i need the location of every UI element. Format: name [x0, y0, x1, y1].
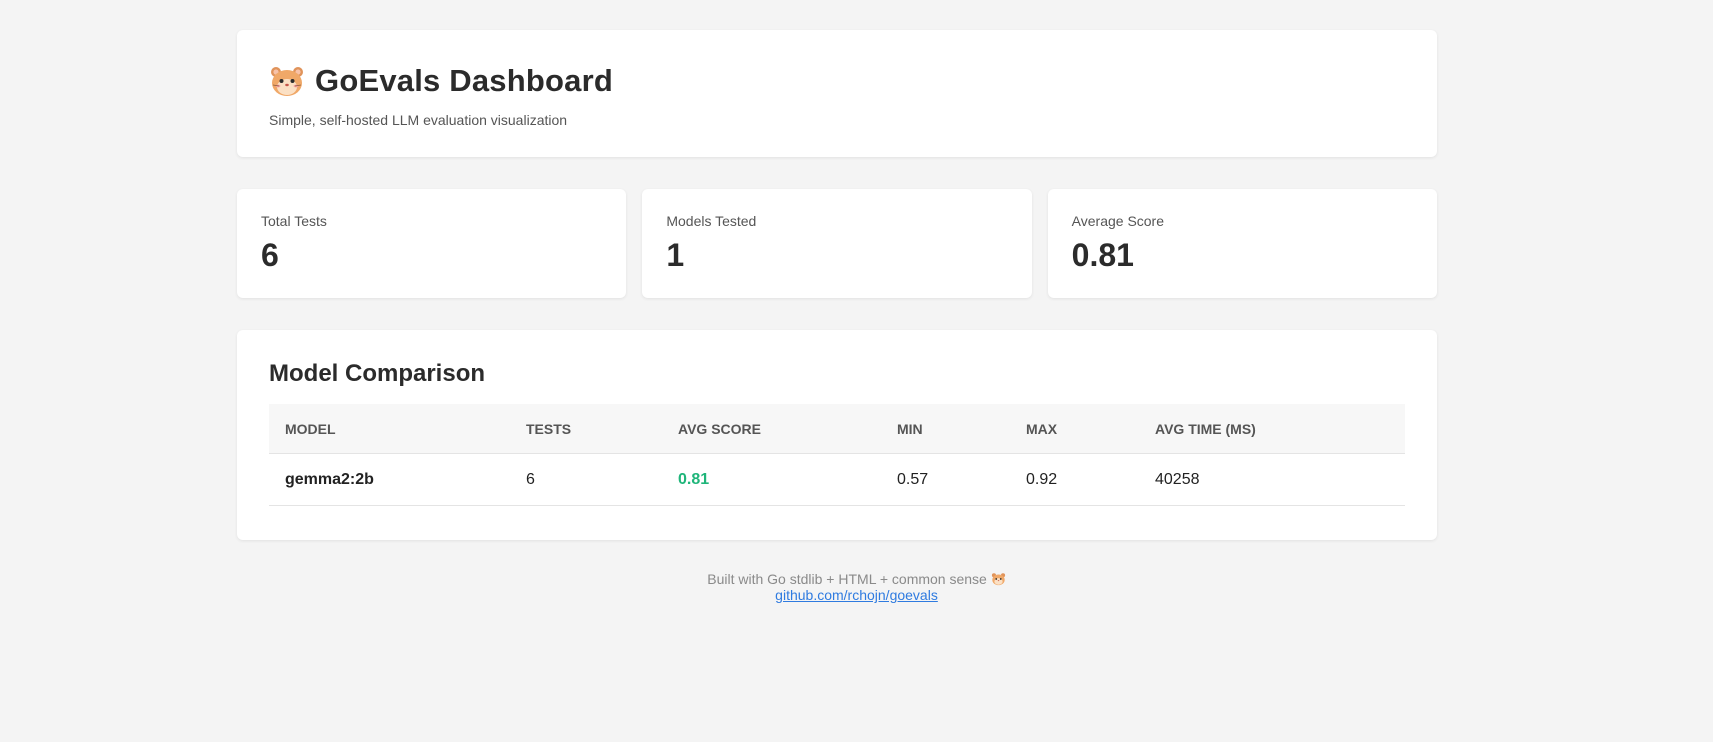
- column-header-max: Max: [1010, 404, 1139, 454]
- cell-max: 0.92: [1010, 453, 1139, 506]
- table-header-row: Model Tests Avg Score Min Max Avg Time (…: [269, 404, 1405, 454]
- cell-tests: 6: [510, 453, 662, 506]
- footer-text-line: Built with Go stdlib + HTML + common sen…: [0, 571, 1713, 587]
- cell-model: gemma2:2b: [269, 453, 510, 506]
- page-subtitle: Simple, self-hosted LLM evaluation visua…: [269, 112, 568, 128]
- stat-value: 6: [261, 237, 279, 273]
- cell-avg-time: 40258: [1139, 453, 1405, 506]
- model-comparison-card: Model Comparison Model Tests Avg Score M…: [237, 330, 1437, 540]
- stat-value: 0.81: [1071, 237, 1134, 273]
- column-header-avg-score: Avg Score: [662, 404, 881, 454]
- dashboard-container: GoEvals Dashboard Simple, self-hosted LL…: [237, 30, 1437, 540]
- model-comparison-table: Model Tests Avg Score Min Max Avg Time (…: [269, 404, 1405, 506]
- stat-label: Average Score: [1071, 213, 1165, 229]
- stat-label: Models Tested: [666, 213, 757, 229]
- cell-avg-score: 0.81: [662, 453, 881, 506]
- footer-text: Built with Go stdlib + HTML + common sen…: [707, 571, 987, 587]
- github-link[interactable]: github.com/rchojn/goevals: [775, 587, 938, 603]
- stat-card-average-score: Average Score 0.81: [1047, 189, 1437, 298]
- page-title: GoEvals Dashboard: [315, 63, 613, 98]
- cell-min: 0.57: [881, 453, 1010, 506]
- hamster-icon: [991, 572, 1006, 586]
- column-header-model: Model: [269, 404, 510, 454]
- stat-card-total-tests: Total Tests 6: [237, 189, 627, 298]
- header-card: GoEvals Dashboard Simple, self-hosted LL…: [237, 30, 1437, 157]
- stat-value: 1: [666, 237, 685, 273]
- stats-row: Total Tests 6 Models Tested 1 Average Sc…: [237, 189, 1437, 298]
- section-title: Model Comparison: [269, 360, 486, 387]
- title-row: GoEvals Dashboard: [269, 60, 1405, 102]
- stat-label: Total Tests: [261, 213, 327, 229]
- column-header-avg-time: Avg Time (ms): [1139, 404, 1405, 454]
- hamster-icon: [269, 63, 305, 99]
- table-row: gemma2:2b 6 0.81 0.57 0.92 40258: [269, 453, 1405, 506]
- stat-card-models-tested: Models Tested 1: [642, 189, 1032, 298]
- column-header-tests: Tests: [510, 404, 662, 454]
- column-header-min: Min: [881, 404, 1010, 454]
- footer: Built with Go stdlib + HTML + common sen…: [0, 571, 1713, 603]
